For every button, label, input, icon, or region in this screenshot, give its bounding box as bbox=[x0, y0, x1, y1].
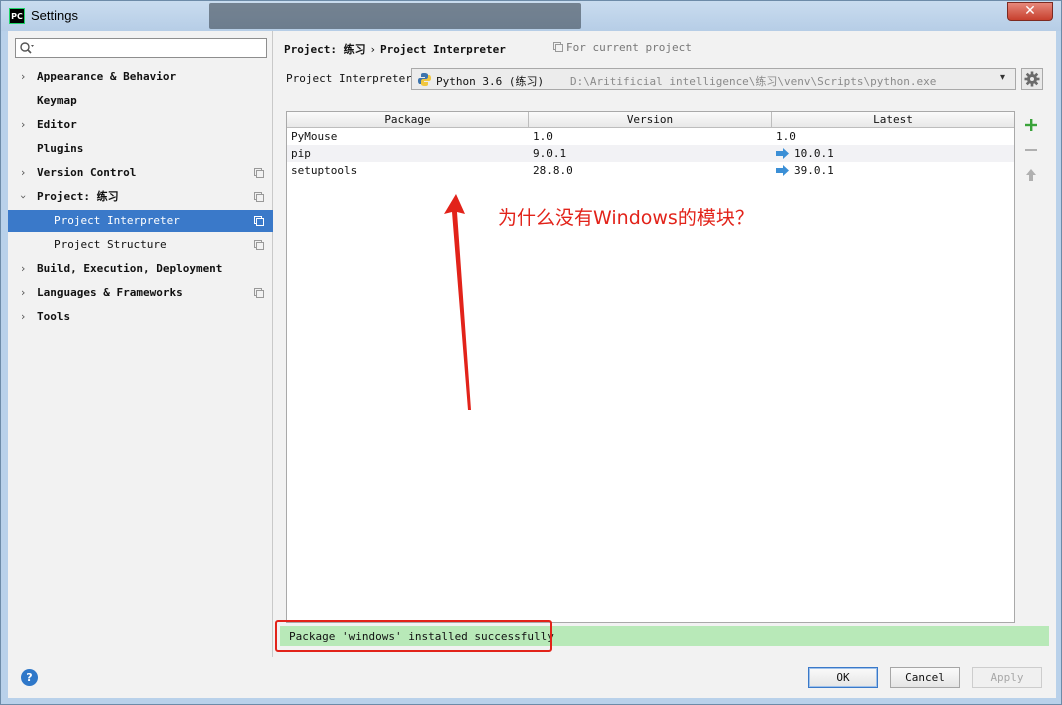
interpreter-label: Project Interpreter: bbox=[286, 72, 419, 85]
sidebar-item-tools[interactable]: › Tools bbox=[8, 306, 273, 328]
breadcrumb-project: Project: 练习 bbox=[284, 43, 366, 56]
upgrade-package-icon[interactable] bbox=[1023, 167, 1039, 183]
breadcrumb-page: Project Interpreter bbox=[380, 43, 506, 56]
sidebar-item-label: Tools bbox=[37, 310, 71, 323]
ok-button[interactable]: OK bbox=[808, 667, 878, 688]
sidebar-item-project-interpreter[interactable]: Project Interpreter bbox=[8, 210, 273, 232]
settings-content: Project: 练习 › Project Interpreter For curr… bbox=[274, 31, 1056, 657]
upgrade-arrow-icon bbox=[776, 148, 789, 159]
background-window-ghost bbox=[209, 3, 581, 29]
help-icon[interactable]: ? bbox=[21, 669, 38, 686]
sidebar-item-label: Keymap bbox=[37, 94, 77, 107]
search-icon bbox=[20, 42, 34, 54]
sidebar-item-keymap[interactable]: Keymap bbox=[8, 90, 273, 112]
chevron-right-icon: › bbox=[21, 70, 26, 83]
settings-body: › Appearance & Behavior Keymap › Editor … bbox=[8, 31, 1056, 698]
sidebar-item-project-structure[interactable]: Project Structure bbox=[8, 234, 273, 256]
package-name: setuptools bbox=[291, 164, 358, 177]
pycharm-app-icon: PC bbox=[9, 8, 25, 24]
remove-package-icon[interactable] bbox=[1023, 142, 1039, 158]
project-scope-icon bbox=[254, 192, 264, 202]
package-name: pip bbox=[291, 147, 311, 160]
sidebar-item-version-control[interactable]: › Version Control bbox=[8, 162, 273, 184]
column-header-latest[interactable]: Latest bbox=[772, 112, 1014, 128]
project-scope-icon bbox=[254, 216, 264, 226]
table-row[interactable]: PyMouse 1.0 1.0 bbox=[287, 128, 1014, 145]
sidebar-item-label: Editor bbox=[37, 118, 77, 131]
scope-hint-text: For current project bbox=[566, 41, 692, 54]
project-scope-icon bbox=[254, 288, 264, 298]
chevron-right-icon: › bbox=[21, 262, 26, 275]
package-latest: 39.0.1 bbox=[794, 164, 834, 177]
title-bar: PC Settings ✕ bbox=[1, 1, 1061, 31]
interpreter-select[interactable]: Python 3.6 (练习) D:\Aritificial intellige… bbox=[411, 68, 1016, 90]
sidebar-item-build[interactable]: › Build, Execution, Deployment bbox=[8, 258, 273, 280]
sidebar-item-project[interactable]: › Project: 练习 bbox=[8, 186, 273, 208]
sidebar-item-plugins[interactable]: Plugins bbox=[8, 138, 273, 160]
chevron-right-icon: › bbox=[21, 166, 26, 179]
project-scope-icon bbox=[254, 168, 264, 178]
sidebar-item-editor[interactable]: › Editor bbox=[8, 114, 273, 136]
sidebar-item-appearance[interactable]: › Appearance & Behavior bbox=[8, 66, 273, 88]
sidebar-item-label: Languages & Frameworks bbox=[37, 286, 183, 299]
package-version: 28.8.0 bbox=[533, 164, 573, 177]
annotation-arrow-icon bbox=[444, 194, 471, 410]
breadcrumb-separator-icon: › bbox=[370, 43, 376, 56]
window-title: Settings bbox=[31, 8, 78, 23]
chevron-down-icon: › bbox=[17, 194, 31, 200]
interpreter-name: Python 3.6 (练习) bbox=[436, 75, 545, 88]
sidebar-item-label: Project Interpreter bbox=[54, 214, 180, 227]
interpreter-path: D:\Aritificial intelligence\练习\venv\Scri… bbox=[570, 75, 937, 88]
sidebar-item-label: Plugins bbox=[37, 142, 84, 155]
python-icon bbox=[418, 73, 431, 86]
add-package-icon[interactable] bbox=[1023, 117, 1039, 133]
package-toolbar bbox=[1019, 111, 1043, 623]
interpreter-settings-button[interactable] bbox=[1021, 68, 1043, 90]
table-header: Package Version Latest bbox=[287, 112, 1014, 128]
sidebar-item-label: Appearance & Behavior bbox=[37, 70, 177, 83]
sidebar-item-languages[interactable]: › Languages & Frameworks bbox=[8, 282, 273, 304]
upgrade-arrow-icon bbox=[776, 165, 789, 176]
package-name: PyMouse bbox=[291, 130, 338, 143]
package-version: 9.0.1 bbox=[533, 147, 567, 160]
sidebar-item-label: Build, Execution, Deployment bbox=[37, 262, 223, 275]
package-latest: 1.0 bbox=[776, 130, 796, 143]
column-header-package[interactable]: Package bbox=[287, 112, 529, 128]
project-scope-icon bbox=[553, 42, 563, 52]
breadcrumb: Project: 练习 › Project Interpreter bbox=[284, 41, 506, 57]
project-scope-icon bbox=[254, 240, 264, 250]
table-row[interactable]: pip 9.0.1 10.0.1 bbox=[287, 145, 1014, 162]
annotation-question: 为什么没有Windows的模块？ bbox=[498, 207, 754, 229]
column-header-version[interactable]: Version bbox=[529, 112, 772, 128]
settings-search-input[interactable] bbox=[15, 38, 267, 58]
sidebar-item-label: Project: 练习 bbox=[37, 190, 119, 203]
chevron-down-icon: ▾ bbox=[1000, 72, 1006, 83]
close-window-button[interactable]: ✕ bbox=[1007, 2, 1053, 21]
settings-sidebar: › Appearance & Behavior Keymap › Editor … bbox=[8, 31, 273, 657]
package-version: 1.0 bbox=[533, 130, 553, 143]
packages-table: Package Version Latest PyMouse 1.0 1.0 p… bbox=[286, 111, 1015, 623]
scope-hint: For current project bbox=[553, 41, 692, 54]
apply-button[interactable]: Apply bbox=[972, 667, 1042, 688]
sidebar-item-label: Version Control bbox=[37, 166, 137, 179]
gear-icon bbox=[1024, 71, 1040, 87]
chevron-right-icon: › bbox=[21, 286, 26, 299]
package-latest: 10.0.1 bbox=[794, 147, 834, 160]
chevron-right-icon: › bbox=[21, 310, 26, 323]
chevron-right-icon: › bbox=[21, 118, 26, 131]
cancel-button[interactable]: Cancel bbox=[890, 667, 960, 688]
table-row[interactable]: setuptools 28.8.0 39.0.1 bbox=[287, 162, 1014, 179]
annotation-highlight-box bbox=[275, 620, 552, 652]
settings-window: PC Settings ✕ › Appearance & Behavior Ke… bbox=[0, 0, 1062, 705]
sidebar-item-label: Project Structure bbox=[54, 238, 167, 251]
